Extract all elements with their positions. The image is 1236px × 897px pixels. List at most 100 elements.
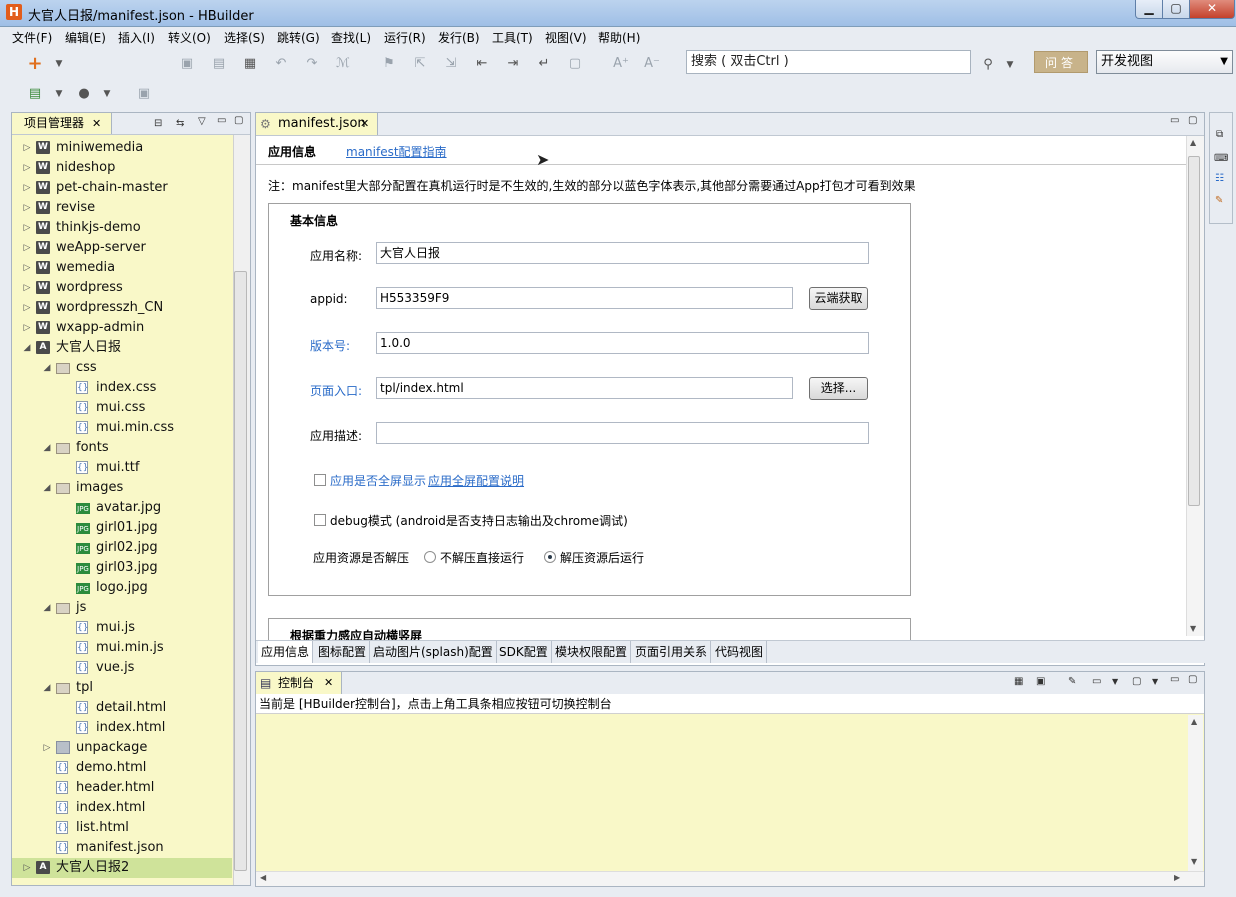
history-icon[interactable]: ▦ bbox=[242, 56, 258, 72]
font-increase-icon[interactable]: A⁺ bbox=[613, 56, 629, 72]
display-console-dropdown-icon[interactable]: ▼ bbox=[1112, 677, 1118, 686]
redo-icon[interactable]: ↷ bbox=[304, 56, 320, 72]
menu-escape[interactable]: 转义(O) bbox=[168, 29, 211, 46]
tree-item[interactable]: {} index.html bbox=[12, 718, 232, 738]
tree-item[interactable]: {} detail.html bbox=[12, 698, 232, 718]
save-icon[interactable]: ▣ bbox=[179, 56, 195, 72]
menu-file[interactable]: 文件(F) bbox=[12, 29, 52, 46]
menu-tools[interactable]: 工具(T) bbox=[492, 29, 533, 46]
editor-scroll-thumb[interactable] bbox=[1188, 156, 1200, 506]
menu-goto[interactable]: 跳转(G) bbox=[277, 29, 320, 46]
appid-input[interactable]: H553359F9 bbox=[376, 287, 793, 309]
scroll-right-icon[interactable]: ▶ bbox=[1174, 873, 1180, 882]
maximize-console-icon[interactable]: ▢ bbox=[1188, 674, 1197, 685]
expand-icon[interactable]: ▷ bbox=[22, 178, 32, 198]
jump-start-icon[interactable]: ⇤ bbox=[474, 56, 490, 72]
link-editor-icon[interactable]: ⇆ bbox=[176, 118, 184, 129]
collapse-icon[interactable]: ◢ bbox=[42, 358, 52, 378]
tab-icon-config[interactable]: 图标配置 bbox=[315, 641, 371, 663]
collapse-icon[interactable]: ◢ bbox=[42, 478, 52, 498]
expand-icon[interactable]: ▷ bbox=[42, 738, 52, 758]
outline-icon[interactable]: ▢ bbox=[567, 56, 583, 72]
maximize-panel-icon[interactable]: ▢ bbox=[234, 115, 243, 126]
format-icon[interactable]: ℳ bbox=[335, 56, 351, 72]
collapse-icon[interactable]: ◢ bbox=[42, 678, 52, 698]
scroll-down-icon[interactable]: ▼ bbox=[1191, 857, 1197, 866]
fullscreen-checkbox[interactable] bbox=[314, 474, 326, 486]
tree-item[interactable]: ▷ Wwxapp-admin bbox=[12, 318, 232, 338]
maximize-editor-icon[interactable]: ▢ bbox=[1188, 115, 1197, 126]
open-console-icon[interactable]: ▢ bbox=[1132, 676, 1141, 687]
tree-item[interactable]: {} header.html bbox=[12, 778, 232, 798]
manifest-guide-link[interactable]: manifest配置指南 bbox=[346, 143, 447, 160]
expand-icon[interactable]: ▷ bbox=[22, 158, 32, 178]
scroll-up-icon[interactable]: ▲ bbox=[1190, 138, 1196, 147]
tree-item[interactable]: JPG girl03.jpg bbox=[12, 558, 232, 578]
save-all-icon[interactable]: ▤ bbox=[211, 56, 227, 72]
wrap-icon[interactable]: ↵ bbox=[536, 56, 552, 72]
expand-icon[interactable]: ▷ bbox=[22, 858, 32, 878]
no-unzip-radio[interactable] bbox=[424, 551, 436, 563]
version-input[interactable]: 1.0.0 bbox=[376, 332, 869, 354]
tree-item[interactable]: ▷ Wwordpresszh_CN bbox=[12, 298, 232, 318]
browser-icon[interactable]: ● bbox=[76, 86, 92, 102]
restore-icon[interactable]: ⧉ bbox=[1216, 129, 1223, 140]
display-console-icon[interactable]: ▭ bbox=[1092, 676, 1101, 687]
undo-icon[interactable]: ↶ bbox=[273, 56, 289, 72]
collapse-icon[interactable]: ◢ bbox=[22, 338, 32, 358]
new-icon[interactable]: + bbox=[27, 55, 43, 73]
tree-item[interactable]: ▷ Wwordpress bbox=[12, 278, 232, 298]
manifest-editor-tab[interactable]: ⚙ manifest.json ✕ bbox=[256, 113, 378, 135]
search-dropdown-icon[interactable]: ▼ bbox=[1002, 57, 1018, 73]
collapse-all-icon[interactable]: ⊟ bbox=[154, 118, 162, 129]
menu-find[interactable]: 查找(L) bbox=[331, 29, 371, 46]
minimize-console-icon[interactable]: ▭ bbox=[1170, 674, 1179, 685]
minimize-panel-icon[interactable]: ▭ bbox=[217, 115, 226, 126]
tree-item[interactable]: {} manifest.json bbox=[12, 838, 232, 858]
minimize-editor-icon[interactable]: ▭ bbox=[1170, 115, 1179, 126]
menu-view[interactable]: 视图(V) bbox=[545, 29, 587, 46]
collapse-icon[interactable]: ◢ bbox=[42, 438, 52, 458]
close-tab-icon[interactable]: ✕ bbox=[324, 672, 333, 694]
menu-help[interactable]: 帮助(H) bbox=[598, 29, 640, 46]
close-button[interactable]: ✕ bbox=[1189, 0, 1235, 19]
tab-splash-config[interactable]: 启动图片(splash)配置 bbox=[370, 641, 497, 663]
tree-item[interactable]: JPG girl02.jpg bbox=[12, 538, 232, 558]
expand-icon[interactable]: ▷ bbox=[22, 318, 32, 338]
bookmark-icon[interactable]: ⚑ bbox=[381, 56, 397, 72]
expand-icon[interactable]: ▷ bbox=[22, 238, 32, 258]
expand-icon[interactable]: ▷ bbox=[22, 278, 32, 298]
tab-sdk-config[interactable]: SDK配置 bbox=[496, 641, 552, 663]
tree-item[interactable]: JPG avatar.jpg bbox=[12, 498, 232, 518]
tree-item[interactable]: ▷ Wminiwemedia bbox=[12, 138, 232, 158]
expand-icon[interactable]: ▷ bbox=[22, 198, 32, 218]
debug-checkbox[interactable] bbox=[314, 514, 326, 526]
menu-publish[interactable]: 发行(B) bbox=[438, 29, 480, 46]
menu-run[interactable]: 运行(R) bbox=[384, 29, 426, 46]
tree-item[interactable]: ▷ Wpet-chain-master bbox=[12, 178, 232, 198]
tree-item[interactable]: ◢ fonts bbox=[12, 438, 232, 458]
tree-item[interactable]: ◢ A 大官人日报 bbox=[12, 338, 232, 358]
expand-icon[interactable]: ▷ bbox=[22, 298, 32, 318]
tree-item[interactable]: ▷ Wrevise bbox=[12, 198, 232, 218]
menu-select[interactable]: 选择(S) bbox=[224, 29, 265, 46]
tree-item[interactable]: {} mui.ttf bbox=[12, 458, 232, 478]
expand-icon[interactable]: ▷ bbox=[22, 218, 32, 238]
preview-icon[interactable]: ▣ bbox=[136, 86, 152, 102]
new-file-dropdown-icon[interactable]: ▼ bbox=[51, 86, 67, 102]
scroll-lock-icon[interactable]: ▣ bbox=[1036, 676, 1045, 687]
jump-end-icon[interactable]: ⇥ bbox=[505, 56, 521, 72]
menu-insert[interactable]: 插入(I) bbox=[118, 29, 155, 46]
app-desc-input[interactable] bbox=[376, 422, 869, 444]
project-manager-tab[interactable]: 项目管理器 ✕ bbox=[12, 113, 112, 134]
prev-bookmark-icon[interactable]: ⇱ bbox=[412, 56, 428, 72]
tree-item[interactable]: {} mui.min.css bbox=[12, 418, 232, 438]
tree-item[interactable]: ▷ WweApp-server bbox=[12, 238, 232, 258]
close-tab-icon[interactable]: ✕ bbox=[360, 113, 369, 135]
font-decrease-icon[interactable]: A⁻ bbox=[644, 56, 660, 72]
clear-console-icon[interactable]: ▦ bbox=[1014, 676, 1023, 687]
next-bookmark-icon[interactable]: ⇲ bbox=[443, 56, 459, 72]
tab-page-references[interactable]: 页面引用关系 bbox=[632, 641, 712, 663]
tree-item[interactable]: ▷ A 大官人日报2 bbox=[12, 858, 232, 878]
qa-button[interactable]: 问答 bbox=[1034, 51, 1088, 73]
